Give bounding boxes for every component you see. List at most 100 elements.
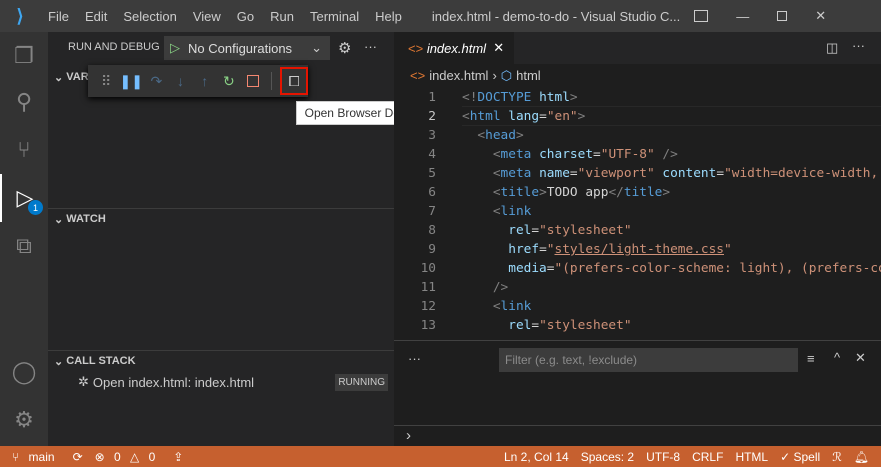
step-into-icon[interactable]: ↓ bbox=[170, 70, 190, 92]
code-token: DOCTYPE bbox=[477, 90, 532, 105]
feedback-icon[interactable]: ℛ bbox=[826, 450, 848, 464]
chevron-up-icon[interactable]: ^ bbox=[834, 350, 840, 365]
menu-selection[interactable]: Selection bbox=[115, 9, 184, 24]
accounts-icon[interactable]: ◯ bbox=[0, 348, 48, 396]
settings-gear-icon[interactable]: ⚙ bbox=[0, 396, 48, 444]
code-token: < bbox=[492, 147, 501, 162]
step-out-icon[interactable]: ↑ bbox=[195, 70, 215, 92]
status-bar: ⑂ main ⟳ ⊗ 0 △ 0 ⇪ Ln 2, Col 14 Spaces: … bbox=[0, 446, 881, 467]
live-share-icon[interactable]: ⇪ bbox=[167, 450, 189, 464]
maximize-button[interactable] bbox=[777, 11, 788, 21]
menu-edit[interactable]: Edit bbox=[77, 9, 115, 24]
step-over-icon[interactable]: ↷ bbox=[146, 70, 166, 92]
code-line: <head> bbox=[462, 128, 523, 143]
gear-icon[interactable]: ⚙ bbox=[338, 39, 351, 57]
open-browser-devtools-icon[interactable]: ⧠ bbox=[280, 67, 309, 95]
code-line: <!DOCTYPE html> bbox=[462, 90, 578, 105]
menu-help[interactable]: Help bbox=[367, 9, 410, 24]
code-token: "(prefers-color-scheme: light), (prefers… bbox=[554, 261, 881, 276]
tab-index-html[interactable]: <> index.html ✕ bbox=[394, 32, 514, 64]
code-token: = bbox=[569, 166, 578, 181]
split-editor-icon[interactable]: ◫ bbox=[826, 40, 838, 56]
branch-item[interactable]: ⑂ main bbox=[0, 450, 67, 464]
config-label: No Configurations bbox=[188, 40, 293, 56]
close-tab-icon[interactable]: ✕ bbox=[493, 40, 504, 56]
line-number: 2 bbox=[428, 109, 436, 124]
encoding[interactable]: UTF-8 bbox=[640, 450, 686, 464]
line-number: 7 bbox=[428, 204, 436, 219]
code-token: </ bbox=[608, 185, 624, 200]
line-number: 12 bbox=[420, 299, 436, 314]
layout-icon[interactable] bbox=[694, 10, 709, 22]
code-token: < bbox=[492, 299, 501, 314]
console-input-prompt[interactable]: › bbox=[406, 427, 411, 444]
debug-toolbar: ⠿ ❚❚ ↷ ↓ ↑ ↻ ⧠ bbox=[88, 65, 309, 97]
code-line: <title>TODO app</title> bbox=[462, 185, 670, 200]
code-token: rel bbox=[508, 318, 532, 333]
restart-icon[interactable]: ↻ bbox=[219, 70, 239, 92]
code-token: link bbox=[500, 204, 532, 219]
pause-icon[interactable]: ❚❚ bbox=[119, 70, 142, 92]
menu-run[interactable]: Run bbox=[262, 9, 302, 24]
code-token: > bbox=[569, 90, 578, 105]
code-line: rel="stylesheet" bbox=[462, 223, 631, 238]
call-stack-item[interactable]: ✲ Open index.html: index.html RUNNING bbox=[78, 372, 388, 392]
close-panel-icon[interactable]: ✕ bbox=[855, 350, 866, 366]
menu-go[interactable]: Go bbox=[229, 9, 262, 24]
sync-icon[interactable]: ⟳ bbox=[67, 450, 89, 464]
line-number: 10 bbox=[420, 261, 436, 276]
code-token: head bbox=[485, 128, 516, 143]
call-stack-label: CALL STACK bbox=[66, 355, 136, 367]
search-icon[interactable]: ⚲ bbox=[0, 78, 48, 126]
config-dropdown[interactable]: ▷ No Configurations ⌄ bbox=[164, 36, 330, 60]
more-icon[interactable]: ··· bbox=[408, 351, 421, 366]
run-debug-icon[interactable]: ▷ 1 bbox=[0, 174, 48, 222]
clear-console-icon[interactable]: ≡ bbox=[807, 351, 815, 366]
filter-input[interactable]: Filter (e.g. text, !exclude) bbox=[499, 348, 798, 372]
code-token: styles/light-theme.css bbox=[554, 242, 725, 257]
stop-icon[interactable] bbox=[243, 70, 263, 92]
minimize-button[interactable]: — bbox=[736, 9, 749, 24]
problems-item[interactable]: ⊗ 0 △ 0 bbox=[89, 450, 168, 464]
line-number: 6 bbox=[428, 185, 436, 200]
code-editor[interactable]: 1 <!DOCTYPE html> 2 <html lang="en"> 3 <head… bbox=[394, 88, 881, 340]
explorer-icon[interactable]: ❐ bbox=[0, 32, 48, 80]
code-line: <meta name="viewport" content="width=dev… bbox=[462, 166, 881, 181]
code-token: content bbox=[662, 166, 717, 181]
code-token: rel bbox=[508, 223, 532, 238]
menu-file[interactable]: File bbox=[40, 9, 77, 24]
language-mode[interactable]: HTML bbox=[729, 450, 774, 464]
call-stack-section-header[interactable]: ⌄ CALL STACK bbox=[48, 350, 394, 372]
close-button[interactable]: ✕ bbox=[815, 8, 826, 24]
code-token: = bbox=[531, 318, 540, 333]
breadcrumb-file[interactable]: index.html bbox=[429, 68, 488, 84]
cursor-position[interactable]: Ln 2, Col 14 bbox=[498, 450, 575, 464]
spell-check[interactable]: ✓ Spell bbox=[774, 450, 826, 464]
source-control-icon[interactable]: ⑂ bbox=[0, 126, 48, 174]
line-number: 9 bbox=[428, 242, 436, 257]
code-token: > bbox=[577, 109, 586, 124]
breadcrumb-symbol[interactable]: html bbox=[516, 68, 541, 84]
notifications-bell-icon[interactable]: 🔔︎ bbox=[848, 450, 881, 464]
code-token: meta bbox=[500, 166, 532, 181]
watch-section-header[interactable]: ⌄ WATCH bbox=[48, 208, 394, 230]
menu-view[interactable]: View bbox=[185, 9, 229, 24]
drag-handle-icon[interactable]: ⠿ bbox=[96, 70, 116, 92]
code-line: <link bbox=[462, 299, 532, 314]
menu-terminal[interactable]: Terminal bbox=[302, 9, 367, 24]
line-ending[interactable]: CRLF bbox=[686, 450, 729, 464]
code-token: < bbox=[462, 109, 470, 124]
more-actions-icon[interactable]: ··· bbox=[852, 38, 865, 53]
indentation[interactable]: Spaces: 2 bbox=[575, 450, 640, 464]
extensions-icon[interactable]: ⧉ bbox=[0, 222, 48, 270]
status-badge: RUNNING bbox=[335, 373, 388, 391]
html-file-icon: <> bbox=[408, 40, 424, 56]
code-token: link bbox=[500, 299, 532, 314]
code-token: > bbox=[662, 185, 671, 200]
more-actions-icon[interactable]: ··· bbox=[364, 39, 377, 54]
start-debug-icon[interactable]: ▷ bbox=[170, 40, 180, 56]
tab-label: index.html bbox=[426, 40, 487, 56]
